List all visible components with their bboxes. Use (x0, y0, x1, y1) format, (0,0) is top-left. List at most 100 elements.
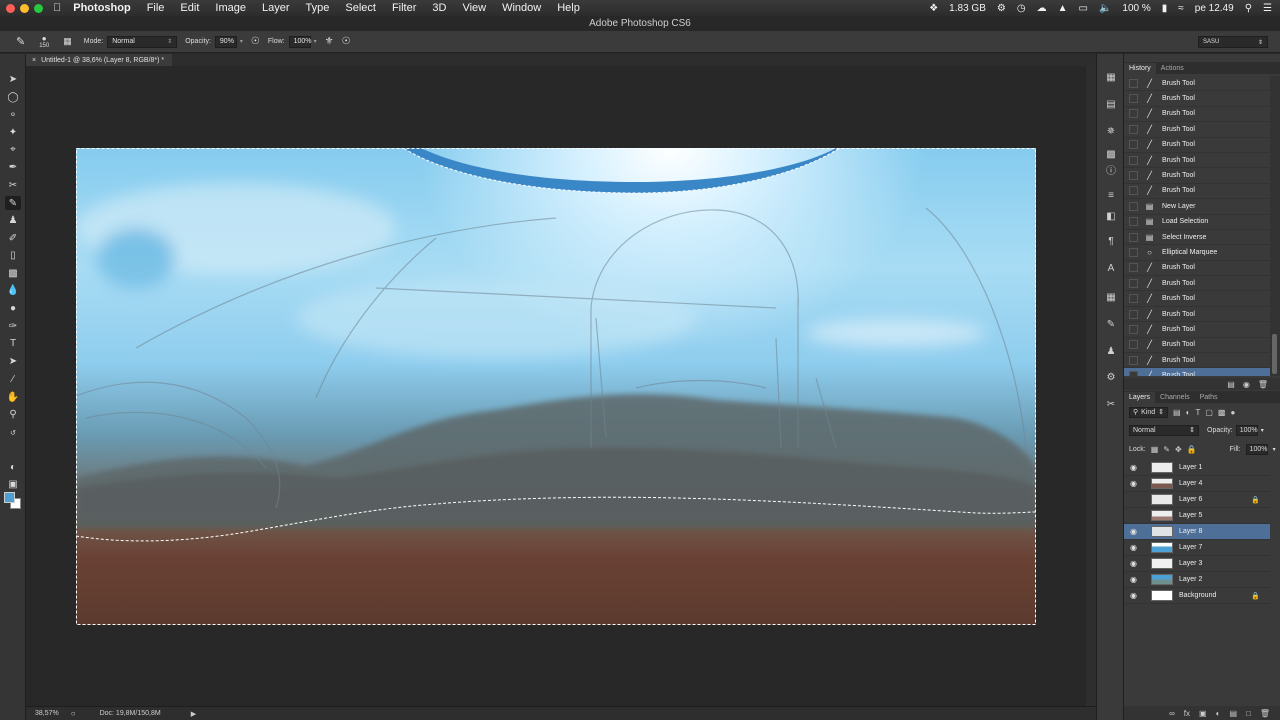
swap-colors-icon[interactable]: ↺ (5, 426, 21, 440)
document-canvas[interactable] (76, 148, 1036, 625)
tab-channels[interactable]: Channels (1155, 392, 1195, 403)
visibility-eye-icon[interactable]: ◉ (1129, 543, 1138, 552)
history-item[interactable]: ▤ Load Selection (1124, 215, 1270, 230)
lock-image-icon[interactable]: ✎ (1163, 445, 1170, 454)
history-item[interactable]: ╱ Brush Tool (1124, 307, 1270, 323)
layer-name[interactable]: Layer 7 (1179, 544, 1202, 551)
history-snapshot-checkbox[interactable] (1129, 217, 1138, 227)
workspace-switcher[interactable]: SASU ⇕ (1198, 36, 1268, 48)
layer-name[interactable]: Layer 1 (1179, 464, 1202, 471)
paragraph-icon[interactable]: ¶ (1103, 234, 1119, 248)
visibility-eye-icon[interactable]: ◉ (1129, 463, 1138, 472)
history-item[interactable]: ╱ Brush Tool (1124, 168, 1270, 184)
layer-row[interactable]: ◉ Layer 2 (1124, 572, 1270, 588)
histogram-icon[interactable]: ▩ (1103, 147, 1119, 161)
pressure-size-icon[interactable]: ☉ (342, 36, 351, 47)
notification-center-icon[interactable]: ☰ (1263, 3, 1272, 14)
blend-mode-dropdown[interactable]: Normal ⇕ (1129, 424, 1199, 436)
history-snapshot-checkbox[interactable] (1129, 232, 1138, 242)
history-item[interactable]: ╱ Brush Tool (1124, 122, 1270, 138)
history-item[interactable]: ╱ Brush Tool (1124, 184, 1270, 200)
eraser-tool-icon[interactable]: ▯ (5, 248, 21, 262)
mode-dropdown[interactable]: Normal ⇕ (107, 35, 178, 48)
menu-file[interactable]: File (147, 2, 165, 14)
healing-brush-tool-icon[interactable]: ✂ (5, 178, 21, 192)
history-item[interactable]: ╱ Brush Tool (1124, 91, 1270, 107)
lock-all-icon[interactable]: 🔒 (1187, 445, 1197, 454)
volume-icon[interactable]: 🔈 (1099, 3, 1111, 14)
history-snapshot-checkbox[interactable] (1129, 247, 1138, 257)
layer-opacity-arrow-icon[interactable]: ▾ (1261, 427, 1264, 434)
move-tool-icon[interactable]: ➤ (5, 72, 21, 86)
history-item[interactable]: ╱ Brush Tool (1124, 291, 1270, 307)
new-layer-icon[interactable]: □ (1246, 709, 1251, 718)
history-item[interactable]: ╱ Brush Tool (1124, 276, 1270, 292)
fill-arrow-icon[interactable]: ▾ (1273, 446, 1276, 453)
dropbox-icon[interactable]: ❖ (929, 3, 938, 14)
document-tab[interactable]: × Untitled-1 @ 38,6% (Layer 8, RGB/8*) * (26, 54, 173, 66)
brush-panel-toggle-icon[interactable]: ▦ (63, 36, 72, 47)
layer-name[interactable]: Layer 4 (1179, 480, 1202, 487)
history-scrollbar[interactable] (1270, 76, 1280, 376)
history-snapshot-checkbox[interactable] (1129, 309, 1138, 319)
lasso-tool-icon[interactable]: ⚬ (5, 108, 21, 122)
add-mask-icon[interactable]: ▣ (1199, 709, 1207, 718)
history-item[interactable]: ╱ Brush Tool (1124, 107, 1270, 123)
brush-size-picker[interactable]: ● 150 (39, 34, 49, 49)
filter-kind-dropdown[interactable]: ⚲ Kind ⇕ (1129, 406, 1169, 418)
menu-help[interactable]: Help (557, 2, 580, 14)
filter-pixel-icon[interactable]: ▤ (1173, 408, 1181, 417)
apple-icon[interactable]:  (53, 2, 61, 14)
visibility-eye-icon[interactable]: ◉ (1129, 527, 1138, 536)
status-menu-arrow-icon[interactable]: ▶ (191, 710, 196, 718)
filter-smart-object-icon[interactable]: ▩ (1218, 408, 1226, 417)
close-window-button[interactable] (6, 3, 15, 13)
tab-history[interactable]: History (1124, 63, 1156, 74)
spotlight-search-icon[interactable]: ⚲ (1245, 3, 1252, 14)
history-snapshot-checkbox[interactable] (1129, 140, 1138, 150)
filter-adjustment-icon[interactable]: ◐ (1186, 408, 1191, 417)
crop-tool-icon[interactable]: ⌖ (5, 142, 21, 156)
wifi-icon[interactable]: ≈ (1178, 3, 1184, 14)
history-snapshot-checkbox[interactable] (1129, 94, 1138, 104)
menu-image[interactable]: Image (215, 2, 246, 14)
tab-actions[interactable]: Actions (1156, 63, 1189, 74)
layer-opacity-input[interactable]: 100% (1235, 424, 1258, 436)
layer-name[interactable]: Layer 6 (1179, 496, 1202, 503)
canvas-area[interactable] (26, 66, 1096, 706)
eyedropper-tool-icon[interactable]: ✒ (5, 160, 21, 174)
history-item[interactable]: ╱ Brush Tool (1124, 261, 1270, 277)
airbrush-icon[interactable]: ⚜ (325, 36, 334, 47)
gradient-tool-icon[interactable]: ▩ (5, 266, 21, 280)
history-snapshot-checkbox[interactable] (1129, 124, 1138, 134)
layer-row[interactable]: ◉ Layer 1 (1124, 460, 1270, 476)
elliptical-marquee-tool-icon[interactable]: ◯ (5, 90, 21, 104)
history-item[interactable]: ╱ Brush Tool (1124, 153, 1270, 169)
menu-view[interactable]: View (462, 2, 486, 14)
history-snapshot-checkbox[interactable] (1129, 278, 1138, 288)
history-snapshot-checkbox[interactable] (1129, 355, 1138, 365)
sync-icon[interactable]: ⚙ (997, 3, 1006, 14)
layer-name[interactable]: Layer 2 (1179, 576, 1202, 583)
history-snapshot-checkbox[interactable] (1129, 371, 1138, 376)
blur-tool-icon[interactable]: 💧 (5, 283, 21, 297)
flow-dropdown-arrow-icon[interactable]: ▾ (314, 38, 317, 45)
cloud-icon[interactable]: ☁ (1037, 3, 1047, 14)
history-item[interactable]: ▤ New Layer (1124, 199, 1270, 215)
history-snapshot-checkbox[interactable] (1129, 263, 1138, 273)
minimize-window-button[interactable] (20, 3, 29, 13)
foreground-color-swatch[interactable] (4, 492, 15, 503)
history-snapshot-checkbox[interactable] (1129, 78, 1138, 88)
menu-3d[interactable]: 3D (432, 2, 446, 14)
zoom-window-button[interactable] (34, 3, 43, 13)
menu-edit[interactable]: Edit (180, 2, 199, 14)
filter-toggle-icon[interactable]: ● (1230, 408, 1235, 417)
lock-position-icon[interactable]: ✥ (1175, 445, 1182, 454)
adjustments-icon[interactable]: ≡ (1103, 188, 1119, 202)
canvas-vertical-scrollbar[interactable] (1086, 66, 1096, 706)
new-snapshot-icon[interactable]: ◉ (1243, 380, 1250, 389)
layer-style-icon[interactable]: fx (1184, 709, 1190, 718)
type-tool-icon[interactable]: T (5, 336, 21, 350)
hand-tool-icon[interactable]: ✋ (5, 390, 21, 404)
visibility-eye-icon[interactable]: ◉ (1129, 559, 1138, 568)
